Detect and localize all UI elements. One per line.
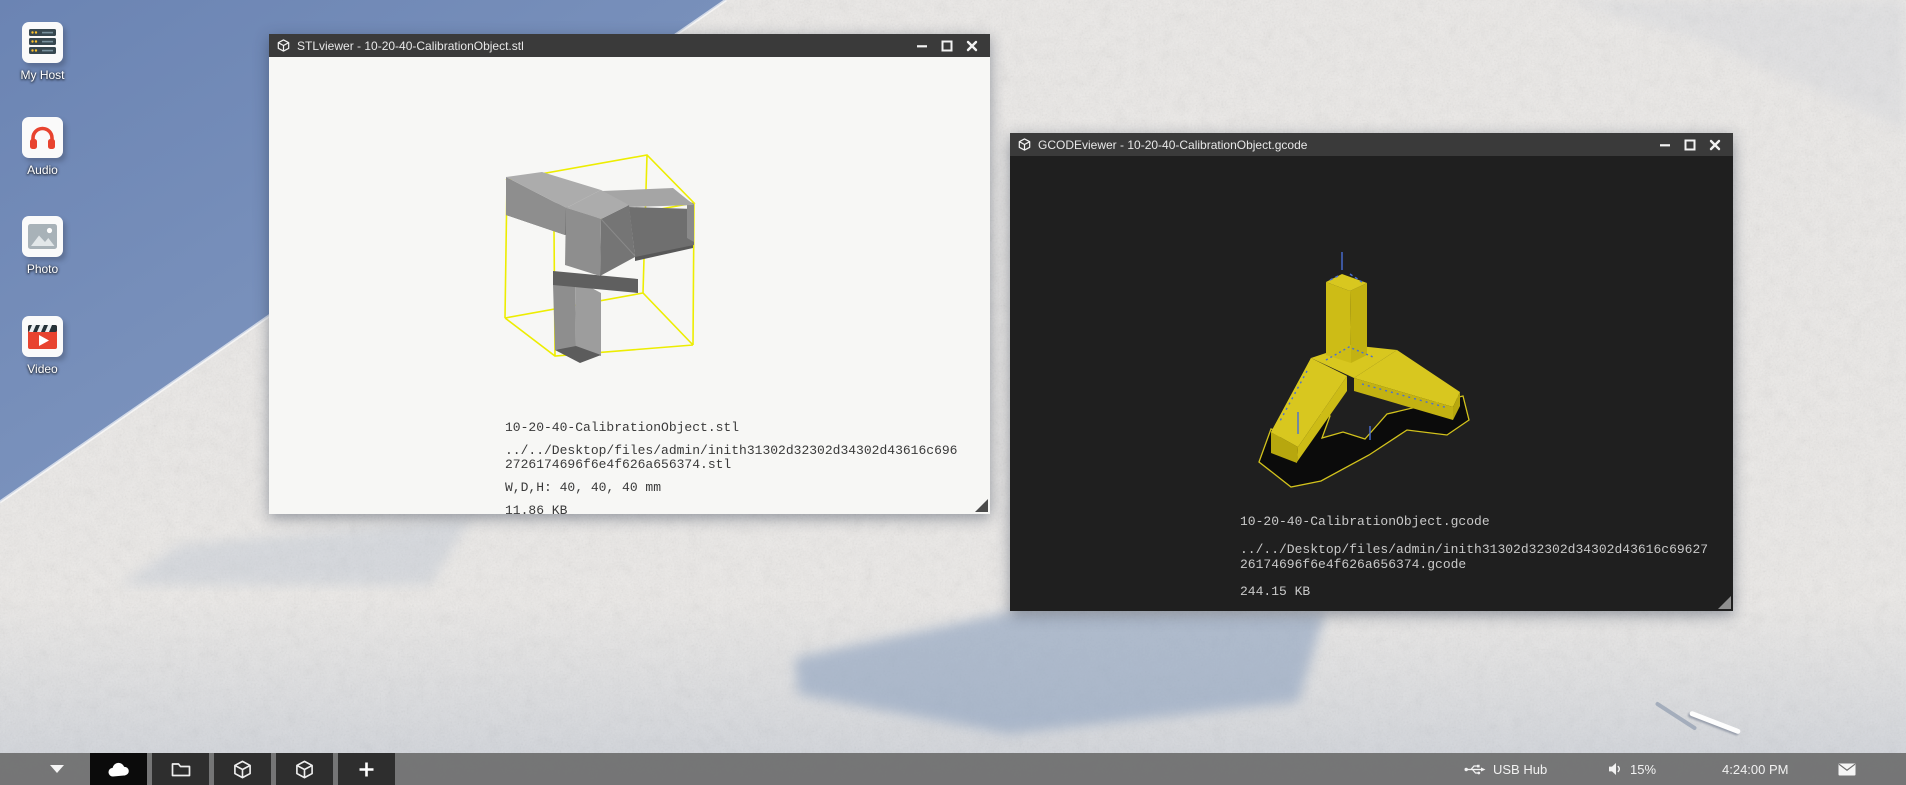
- minimize-button[interactable]: [916, 40, 928, 52]
- close-button[interactable]: [1709, 139, 1721, 151]
- tray-volume[interactable]: 15%: [1608, 753, 1656, 785]
- cube-app-icon: [1018, 138, 1031, 151]
- stl-dimensions: W,D,H: 40, 40, 40 mm: [505, 480, 957, 495]
- gcode-window-title: GCODEviewer - 10-20-40-CalibrationObject…: [1038, 138, 1307, 152]
- usb-icon: [1464, 763, 1486, 776]
- envelope-icon: [1838, 763, 1856, 776]
- stl-filesize: 11.86 KB: [505, 503, 957, 514]
- gcode-filesize: 244.15 KB: [1240, 584, 1708, 599]
- desktop-icon-label: Audio: [0, 163, 85, 177]
- desktop-icon-video[interactable]: Video: [0, 316, 85, 376]
- cube-icon: [233, 760, 252, 779]
- volume-label: 15%: [1630, 762, 1656, 777]
- minimize-button[interactable]: [1659, 139, 1671, 151]
- plus-icon: [358, 761, 375, 778]
- cloud-icon: [107, 760, 131, 778]
- stl-path-line2: 2726174696f6e4f626a656374.stl: [505, 458, 957, 472]
- maximize-button[interactable]: [941, 40, 953, 52]
- usb-hub-label: USB Hub: [1493, 762, 1547, 777]
- taskbar-button-files[interactable]: [152, 753, 209, 785]
- taskbar-button-add[interactable]: [338, 753, 395, 785]
- resize-grip[interactable]: [975, 499, 988, 512]
- desktop-icon-audio[interactable]: Audio: [0, 117, 85, 177]
- stl-viewer-window: STLviewer - 10-20-40-CalibrationObject.s…: [269, 34, 990, 514]
- gcode-path-line1: ../../Desktop/files/admin/inith31302d323…: [1240, 542, 1708, 557]
- close-button[interactable]: [966, 40, 978, 52]
- my-host-icon: [22, 22, 63, 63]
- desktop-icon-label: My Host: [0, 68, 85, 82]
- desktop-icon-label: Photo: [0, 262, 85, 276]
- gcode-viewport[interactable]: 10-20-40-CalibrationObject.gcode ../../D…: [1010, 156, 1733, 611]
- tray-notifications[interactable]: [1838, 753, 1856, 785]
- stl-title-bar[interactable]: STLviewer - 10-20-40-CalibrationObject.s…: [269, 34, 990, 57]
- taskbar-button-stl-viewer[interactable]: [214, 753, 271, 785]
- desktop-icon-label: Video: [0, 362, 85, 376]
- stl-filename: 10-20-40-CalibrationObject.stl: [505, 420, 957, 435]
- folder-icon: [171, 761, 191, 777]
- stl-window-title: STLviewer - 10-20-40-CalibrationObject.s…: [297, 39, 524, 53]
- video-clapperboard-icon: [22, 316, 63, 357]
- stl-viewport[interactable]: 10-20-40-CalibrationObject.stl ../../Des…: [269, 57, 990, 514]
- taskbar-button-gcode-viewer[interactable]: [276, 753, 333, 785]
- gcode-file-info: 10-20-40-CalibrationObject.gcode ../../D…: [1240, 514, 1708, 599]
- gcode-path-line2: 26174696f6e4f626a656374.gcode: [1240, 557, 1708, 572]
- desktop-icon-photo[interactable]: Photo: [0, 216, 85, 276]
- stl-file-info: 10-20-40-CalibrationObject.stl ../../Des…: [505, 420, 957, 514]
- photo-image-icon: [22, 216, 63, 257]
- cube-app-icon: [277, 39, 290, 52]
- gcode-filename: 10-20-40-CalibrationObject.gcode: [1240, 514, 1708, 529]
- tray-clock[interactable]: 4:24:00 PM: [1722, 753, 1789, 785]
- taskbar-collapse-button[interactable]: [42, 753, 72, 785]
- audio-headphones-icon: [22, 117, 63, 158]
- maximize-button[interactable]: [1684, 139, 1696, 151]
- resize-grip[interactable]: [1718, 596, 1731, 609]
- desktop-icon-my-host[interactable]: My Host: [0, 22, 85, 82]
- chevron-down-icon: [50, 765, 64, 774]
- cube-icon: [295, 760, 314, 779]
- taskbar-button-cloud[interactable]: [90, 753, 147, 785]
- speaker-icon: [1608, 762, 1623, 776]
- tray-usb-hub[interactable]: USB Hub: [1464, 753, 1547, 785]
- taskbar: USB Hub 15% 4:24:00 PM: [0, 753, 1906, 785]
- gcode-viewer-window: GCODEviewer - 10-20-40-CalibrationObject…: [1010, 133, 1733, 611]
- gcode-title-bar[interactable]: GCODEviewer - 10-20-40-CalibrationObject…: [1010, 133, 1733, 156]
- stl-path-line1: ../../Desktop/files/admin/inith31302d323…: [505, 444, 957, 458]
- clock-label: 4:24:00 PM: [1722, 762, 1789, 777]
